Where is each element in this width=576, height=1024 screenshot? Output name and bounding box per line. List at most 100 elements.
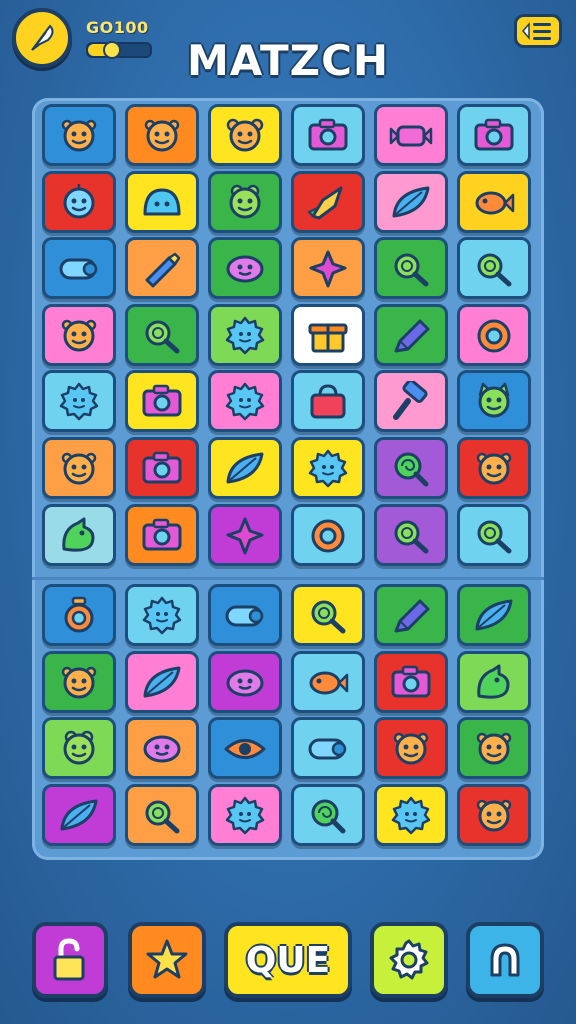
game-tile[interactable]	[42, 370, 116, 433]
game-tile[interactable]	[291, 303, 365, 366]
monster-face-icon	[393, 733, 429, 765]
game-tile[interactable]	[125, 784, 199, 846]
que-label: QUE	[245, 939, 331, 981]
game-tile[interactable]	[374, 717, 448, 780]
game-tile[interactable]	[208, 784, 282, 846]
game-tile[interactable]	[291, 503, 365, 566]
monster-face-icon	[61, 119, 97, 152]
game-tile[interactable]	[457, 170, 531, 233]
menu-button[interactable]	[514, 14, 562, 48]
game-tile[interactable]	[208, 170, 282, 233]
game-tile[interactable]	[374, 237, 448, 300]
unlock-button[interactable]	[32, 922, 108, 998]
gear-face-icon	[225, 316, 265, 355]
game-tile[interactable]	[291, 370, 365, 433]
monster-face-icon	[61, 452, 97, 485]
game-tile[interactable]	[208, 650, 282, 713]
game-tile[interactable]	[42, 717, 116, 780]
game-tile[interactable]	[125, 370, 199, 433]
magnifier-icon	[394, 253, 429, 287]
game-tile[interactable]	[457, 503, 531, 566]
magnet-button[interactable]	[466, 922, 544, 998]
game-tile[interactable]	[42, 170, 116, 233]
game-tile[interactable]	[457, 104, 531, 166]
game-tile[interactable]	[457, 437, 531, 499]
robot-face-icon	[63, 183, 95, 219]
game-tile[interactable]	[457, 717, 531, 780]
que-button[interactable]: QUE	[224, 922, 352, 998]
game-tile[interactable]	[374, 437, 448, 499]
camera-icon	[474, 118, 514, 151]
game-tile[interactable]	[42, 104, 116, 166]
game-tile[interactable]	[208, 717, 282, 780]
game-tile[interactable]	[125, 170, 199, 233]
lantern-icon	[64, 596, 94, 633]
gear-face-icon	[225, 383, 265, 421]
game-tile[interactable]	[208, 237, 282, 300]
lollipop-icon	[311, 799, 346, 834]
game-tile[interactable]	[42, 437, 116, 499]
game-tile[interactable]	[291, 237, 365, 300]
hammer-icon	[393, 381, 428, 421]
eye-icon	[224, 739, 266, 760]
magnifier-icon	[145, 800, 180, 834]
game-tile[interactable]	[125, 104, 199, 166]
game-tile[interactable]	[291, 104, 365, 166]
game-tile[interactable]	[374, 584, 448, 647]
game-tile[interactable]	[374, 104, 448, 166]
camera-icon	[142, 385, 182, 417]
game-tile[interactable]	[374, 170, 448, 233]
menu-list-icon	[522, 21, 551, 41]
game-tile[interactable]	[374, 370, 448, 433]
game-tile[interactable]	[374, 650, 448, 713]
game-tile[interactable]	[208, 503, 282, 566]
game-tile[interactable]	[457, 584, 531, 647]
game-tile[interactable]	[42, 784, 116, 846]
game-tile[interactable]	[125, 237, 199, 300]
star-gem-icon	[309, 250, 347, 288]
frog-face-icon	[63, 731, 95, 765]
game-tile[interactable]	[125, 303, 199, 366]
game-tile[interactable]	[291, 717, 365, 780]
game-tile[interactable]	[208, 303, 282, 366]
gear-face-icon	[308, 449, 348, 488]
game-tile[interactable]	[125, 650, 199, 713]
settings-button[interactable]	[370, 922, 448, 998]
game-tile[interactable]	[457, 303, 531, 366]
star-button[interactable]	[128, 922, 206, 998]
frog-face-icon	[229, 184, 261, 219]
game-tile[interactable]	[291, 650, 365, 713]
game-tile[interactable]	[125, 437, 199, 499]
monster-face-icon	[476, 452, 512, 485]
game-tile[interactable]	[457, 650, 531, 713]
game-tile[interactable]	[125, 503, 199, 566]
monster-face-icon	[476, 799, 512, 832]
lifebuoy-icon	[311, 519, 345, 553]
game-tile[interactable]	[457, 237, 531, 300]
game-tile[interactable]	[42, 503, 116, 566]
game-tile[interactable]	[374, 784, 448, 846]
game-tile[interactable]	[125, 717, 199, 780]
game-tile[interactable]	[457, 784, 531, 846]
star-gem-icon	[226, 517, 264, 555]
game-tile[interactable]	[374, 503, 448, 566]
game-tile[interactable]	[42, 237, 116, 300]
game-tile[interactable]	[291, 437, 365, 499]
camera-icon	[391, 665, 431, 698]
game-tile[interactable]	[42, 650, 116, 713]
ghost-slime-icon	[143, 188, 181, 216]
game-tile[interactable]	[291, 584, 365, 647]
game-tile[interactable]	[42, 584, 116, 647]
game-tile[interactable]	[457, 370, 531, 433]
game-tile[interactable]	[291, 784, 365, 846]
game-tile[interactable]	[291, 170, 365, 233]
dragon-icon	[477, 664, 510, 699]
game-tile[interactable]	[208, 584, 282, 647]
game-tile[interactable]	[208, 437, 282, 499]
magnifier-icon	[311, 600, 346, 634]
game-tile[interactable]	[42, 303, 116, 366]
game-tile[interactable]	[208, 104, 282, 166]
game-tile[interactable]	[374, 303, 448, 366]
game-tile[interactable]	[208, 370, 282, 433]
game-tile[interactable]	[125, 584, 199, 647]
